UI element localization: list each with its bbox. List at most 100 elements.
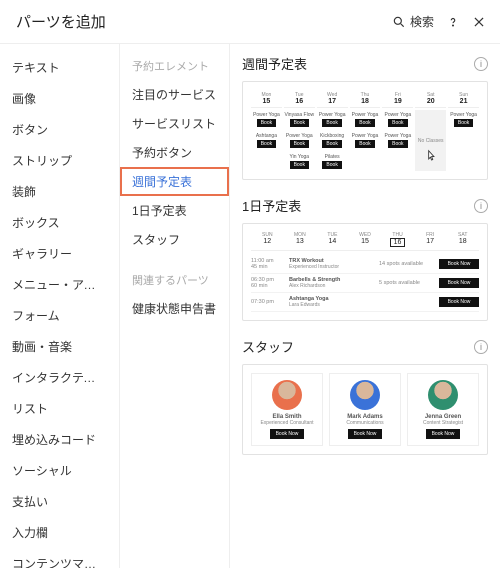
search-button[interactable]: 検索 — [392, 13, 434, 30]
staff-title: スタッフ — [242, 337, 294, 356]
staff-section: スタッフ i Ella SmithExperienced ConsultantB… — [242, 337, 488, 455]
daily-row: 11:00 am45 minTRX WorkoutExperienced Ins… — [251, 255, 479, 274]
weekly-cell: AshtangaBook — [251, 131, 282, 150]
weekly-day-header: Wed17 — [317, 90, 348, 108]
daily-title: 1日予定表 — [242, 196, 301, 215]
category-item[interactable]: 動画・音楽 — [0, 331, 119, 362]
book-button[interactable]: Book — [322, 161, 341, 169]
book-button[interactable]: Book — [290, 119, 309, 127]
cursor-icon — [424, 149, 438, 165]
book-now-button[interactable]: Book Now — [426, 429, 461, 439]
weekly-cell — [448, 131, 479, 150]
book-button[interactable]: Book — [388, 140, 407, 148]
category-item[interactable]: 装飾 — [0, 176, 119, 207]
category-item[interactable]: 画像 — [0, 83, 119, 114]
subcategory-item[interactable]: 週間予定表 — [120, 167, 229, 196]
daily-day-header[interactable]: THU16 — [381, 232, 414, 247]
daily-day-header[interactable]: WED15 — [349, 232, 382, 247]
info-icon[interactable]: i — [474, 199, 488, 213]
category-item[interactable]: ソーシャル — [0, 455, 119, 486]
panel-header: パーツを追加 検索 — [0, 0, 500, 44]
category-item[interactable]: メニュー・アンカー — [0, 269, 119, 300]
category-item[interactable]: コンテンツマネージ... — [0, 548, 119, 568]
weekly-cell — [350, 152, 381, 171]
book-button[interactable]: Book — [257, 119, 276, 127]
avatar — [350, 380, 380, 410]
daily-day-header[interactable]: SUN12 — [251, 232, 284, 247]
staff-preview[interactable]: Ella SmithExperienced ConsultantBook Now… — [242, 364, 488, 455]
weekly-day-header: Mon15 — [251, 90, 282, 108]
subcategory-list: 予約エレメント注目のサービスサービスリスト予約ボタン週間予定表1日予定表スタッフ… — [120, 44, 230, 568]
category-item[interactable]: フォーム — [0, 300, 119, 331]
subgroup-label: 関連するパーツ — [120, 268, 229, 294]
subcategory-item[interactable]: 注目のサービス — [120, 80, 229, 109]
header-actions: 検索 — [392, 13, 486, 30]
book-button[interactable]: Book — [388, 119, 407, 127]
book-button[interactable]: Book — [355, 119, 374, 127]
book-button[interactable]: Book — [290, 140, 309, 148]
weekly-cell: Yin YogaBook — [284, 152, 315, 171]
weekly-cell — [382, 152, 413, 171]
subcategory-item[interactable]: 予約ボタン — [120, 138, 229, 167]
staff-card[interactable]: Ella SmithExperienced ConsultantBook Now — [251, 373, 323, 446]
book-button[interactable]: Book — [290, 161, 309, 169]
daily-day-header[interactable]: SAT18 — [446, 232, 479, 247]
subcategory-item[interactable]: スタッフ — [120, 225, 229, 254]
category-item[interactable]: インタラクティブ — [0, 362, 119, 393]
info-icon[interactable]: i — [474, 340, 488, 354]
weekly-cell: Power YogaBook — [350, 131, 381, 150]
daily-row: 06:30 pm60 minBarbells & StrengthAlex Ri… — [251, 274, 479, 293]
staff-card[interactable]: Jenna GreenContent StrategistBook Now — [407, 373, 479, 446]
category-item[interactable]: 埋め込みコード — [0, 424, 119, 455]
book-now-button[interactable]: Book Now — [348, 429, 383, 439]
weekly-cell: Power YogaBook — [284, 131, 315, 150]
category-item[interactable]: ストリップ — [0, 145, 119, 176]
panel-title: パーツを追加 — [16, 11, 106, 32]
weekly-cell: PilatesBook — [317, 152, 348, 171]
weekly-cell: KickboxingBook — [317, 131, 348, 150]
book-button[interactable]: Book — [257, 140, 276, 148]
book-now-button[interactable]: Book Now — [439, 259, 479, 269]
book-now-button[interactable]: Book Now — [270, 429, 305, 439]
info-icon[interactable]: i — [474, 57, 488, 71]
staff-card[interactable]: Mark AdamsCommunicationsBook Now — [329, 373, 401, 446]
no-classes-cell: No Classes — [415, 110, 446, 171]
subcategory-item[interactable]: 健康状態申告書 — [120, 294, 229, 323]
category-item[interactable]: ボックス — [0, 207, 119, 238]
daily-preview[interactable]: SUN12MON13TUE14WED15THU16FRI17SAT18 11:0… — [242, 223, 488, 321]
subgroup-label: 予約エレメント — [120, 54, 229, 80]
daily-day-header[interactable]: FRI17 — [414, 232, 447, 247]
category-item[interactable]: リスト — [0, 393, 119, 424]
subcategory-item[interactable]: 1日予定表 — [120, 196, 229, 225]
subcategory-item[interactable]: サービスリスト — [120, 109, 229, 138]
weekly-title: 週間予定表 — [242, 54, 307, 73]
staff-role: Experienced Consultant — [254, 420, 320, 426]
book-now-button[interactable]: Book Now — [439, 278, 479, 288]
panel-body: テキスト画像ボタンストリップ装飾ボックスギャラリーメニュー・アンカーフォーム動画… — [0, 44, 500, 568]
preview-column: 週間予定表 i Mon15Tue16Wed17Thu18Fri19Sat20Su… — [230, 44, 500, 568]
daily-day-header[interactable]: MON13 — [284, 232, 317, 247]
daily-day-header[interactable]: TUE14 — [316, 232, 349, 247]
weekly-cell: Power YogaBook — [317, 110, 348, 129]
category-list: テキスト画像ボタンストリップ装飾ボックスギャラリーメニュー・アンカーフォーム動画… — [0, 44, 120, 568]
book-button[interactable]: Book — [454, 119, 473, 127]
book-now-button[interactable]: Book Now — [439, 297, 479, 307]
weekly-cell — [448, 152, 479, 171]
close-icon[interactable] — [472, 15, 486, 29]
weekly-cell: Power YogaBook — [251, 110, 282, 129]
weekly-preview[interactable]: Mon15Tue16Wed17Thu18Fri19Sat20Sun21Power… — [242, 81, 488, 180]
weekly-cell: Power YogaBook — [382, 131, 413, 150]
daily-section: 1日予定表 i SUN12MON13TUE14WED15THU16FRI17SA… — [242, 196, 488, 321]
book-button[interactable]: Book — [322, 140, 341, 148]
category-item[interactable]: 入力欄 — [0, 517, 119, 548]
weekly-day-header: Sun21 — [448, 90, 479, 108]
book-button[interactable]: Book — [355, 140, 374, 148]
help-icon[interactable] — [446, 15, 460, 29]
category-item[interactable]: ボタン — [0, 114, 119, 145]
weekly-day-header: Sat20 — [415, 90, 446, 108]
category-item[interactable]: ギャラリー — [0, 238, 119, 269]
book-button[interactable]: Book — [322, 119, 341, 127]
category-item[interactable]: テキスト — [0, 52, 119, 83]
category-item[interactable]: 支払い — [0, 486, 119, 517]
weekly-section: 週間予定表 i Mon15Tue16Wed17Thu18Fri19Sat20Su… — [242, 54, 488, 180]
